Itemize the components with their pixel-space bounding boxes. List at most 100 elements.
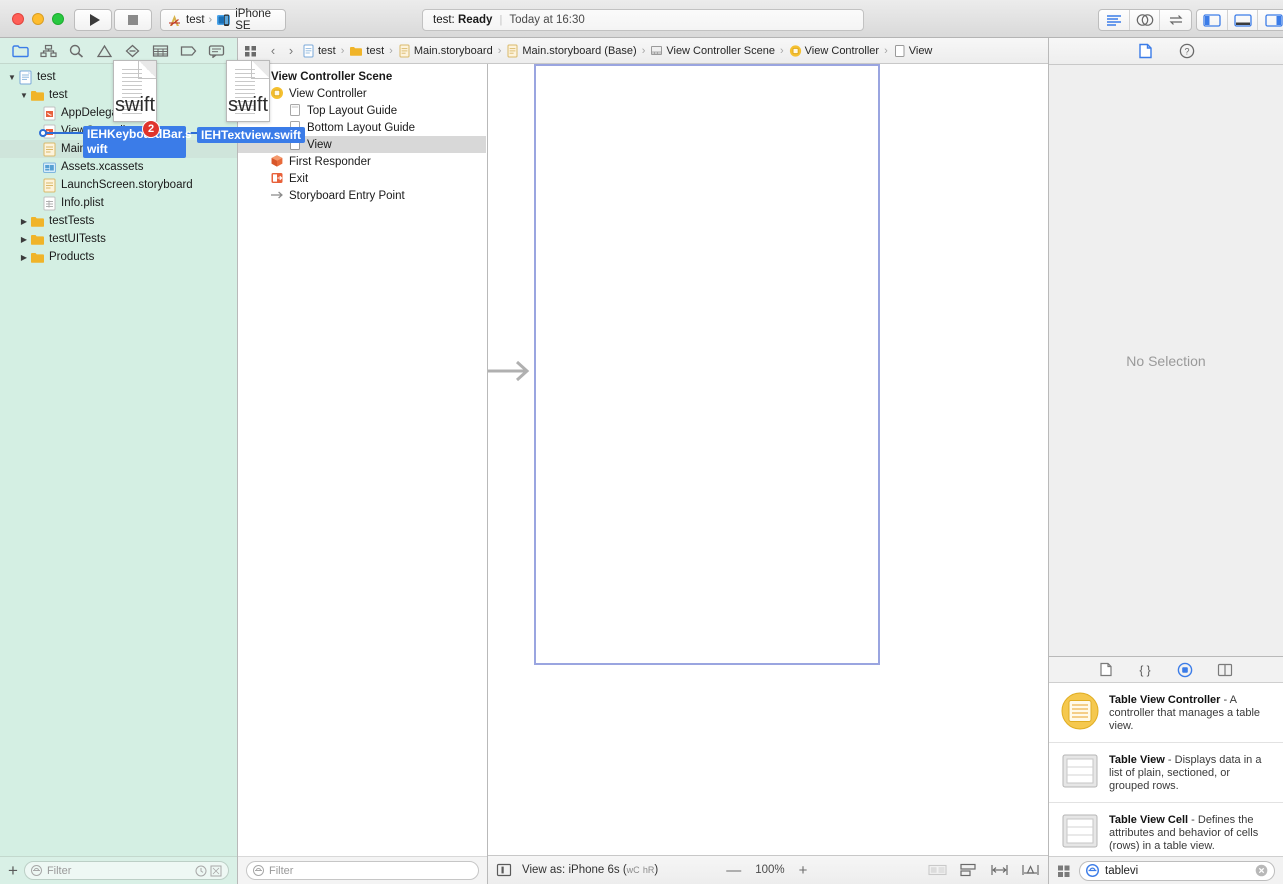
report-navigator-tab[interactable]	[206, 41, 228, 61]
view-controller-canvas-rect[interactable]	[534, 64, 880, 665]
breadcrumb-item-project[interactable]: test ›	[302, 44, 346, 58]
symbol-navigator-tab[interactable]	[65, 41, 87, 61]
navigator-filter-field[interactable]: Filter	[23, 861, 229, 880]
media-library-tab[interactable]	[1217, 663, 1233, 677]
breadcrumb-item-group[interactable]: test ›	[349, 44, 394, 58]
issue-navigator-tab[interactable]	[93, 41, 115, 61]
object-library-tab[interactable]	[1177, 662, 1193, 678]
breadcrumb-item-scene[interactable]: View Controller Scene ›	[650, 44, 785, 58]
project-navigator-tab[interactable]	[9, 41, 31, 61]
tree-row-assets[interactable]: ▶ Assets.xcassets	[0, 158, 237, 176]
test-navigator-tab[interactable]	[122, 41, 144, 61]
view-as-label[interactable]: View as: iPhone 6s (wC hR)	[522, 864, 658, 876]
standard-editor-button[interactable]	[1099, 10, 1130, 30]
outline-row-view[interactable]: View	[238, 136, 486, 153]
library-search-field[interactable]: tablevi	[1079, 860, 1275, 881]
grid-view-toggle-icon[interactable]	[1057, 864, 1071, 878]
zoom-out-button[interactable]: —	[726, 863, 741, 878]
align-button[interactable]	[990, 863, 1009, 877]
library-item[interactable]: Table View - Displays data in a list of …	[1049, 743, 1283, 803]
outline-label: Bottom Layout Guide	[307, 121, 416, 134]
debug-area-toggle-button[interactable]	[1228, 10, 1259, 30]
library-tab-bar[interactable]: { }	[1049, 657, 1283, 683]
navigator-toggle-button[interactable]	[1197, 10, 1228, 30]
zoom-button[interactable]	[52, 13, 64, 25]
inspector-tab-bar[interactable]: ?	[1049, 38, 1283, 65]
folder-icon	[30, 232, 45, 247]
breadcrumb-item-view-controller[interactable]: View Controller ›	[789, 44, 890, 58]
tree-row-infoplist[interactable]: ▶ Info.plist	[0, 194, 237, 212]
clear-search-icon[interactable]	[1255, 864, 1268, 877]
play-icon	[89, 14, 100, 26]
scheme-selector[interactable]: test › iPhone SE	[160, 8, 286, 32]
outline-row-view-controller[interactable]: View Controller	[238, 85, 487, 102]
code-snippet-library-tab[interactable]: { }	[1137, 662, 1153, 677]
object-library-list[interactable]: Table View Controller - A controller tha…	[1049, 683, 1283, 856]
embed-in-button[interactable]	[959, 863, 978, 877]
activity-view: test: Ready | Today at 16:30	[422, 9, 864, 31]
file-inspector-tab[interactable]	[1138, 43, 1153, 59]
file-template-library-tab[interactable]	[1099, 662, 1113, 677]
tree-row-group[interactable]: ▼ test	[0, 86, 237, 104]
debug-navigator-tab[interactable]	[150, 41, 172, 61]
library-item-text: Table View Cell - Defines the attributes…	[1109, 812, 1273, 853]
view-as-toggle-icon[interactable]	[496, 863, 512, 877]
autolayout-buttons[interactable]	[928, 863, 1040, 877]
source-control-filter-icon[interactable]	[210, 865, 222, 877]
recent-files-filter-icon[interactable]	[195, 865, 207, 877]
navigator-tab-bar[interactable]	[0, 38, 237, 64]
tree-row-launchscreen[interactable]: ▶ LaunchScreen.storyboard	[0, 176, 237, 194]
update-frames-button[interactable]	[928, 863, 947, 877]
document-outline-list[interactable]: View Controller Scene View Controller To…	[238, 38, 487, 856]
related-items-icon[interactable]	[244, 44, 258, 58]
run-button[interactable]	[74, 9, 112, 31]
tree-label: Products	[49, 251, 95, 263]
outline-filter-field[interactable]: Filter	[246, 861, 479, 880]
library-item-dash: -	[1223, 694, 1228, 706]
tree-row-testuitests[interactable]: ▶ testUITests	[0, 230, 237, 248]
breadcrumb-item-storyboard-base[interactable]: Main.storyboard (Base) ›	[506, 44, 647, 58]
disclosure-triangle-icon[interactable]: ▶	[18, 235, 30, 244]
scheme-separator: ›	[208, 14, 213, 26]
disclosure-triangle-icon[interactable]: ▶	[18, 217, 30, 226]
tree-row-products[interactable]: ▶ Products	[0, 248, 237, 266]
jump-bar-back-button[interactable]: ‹	[266, 43, 280, 58]
jump-bar-forward-button[interactable]: ›	[284, 43, 298, 58]
tree-row-testtests[interactable]: ▶ testTests	[0, 212, 237, 230]
tree-row-appdelegate[interactable]: ▶ AppDelegate.swift	[0, 104, 237, 122]
project-tree[interactable]: ▼ test ▼ test ▶	[0, 64, 237, 856]
zoom-controls[interactable]: — 100% +	[726, 863, 807, 878]
outline-row-bottom-layout-guide[interactable]: Bottom Layout Guide	[238, 119, 487, 136]
outline-row-scene[interactable]: View Controller Scene	[238, 68, 487, 85]
stop-button[interactable]	[114, 9, 152, 31]
close-button[interactable]	[12, 13, 24, 25]
disclosure-triangle-icon[interactable]: ▶	[18, 253, 30, 262]
utilities-toggle-button[interactable]	[1258, 10, 1283, 30]
library-item[interactable]: Table View Cell - Defines the attributes…	[1049, 803, 1283, 856]
panel-toggle-segmented[interactable]	[1196, 9, 1283, 31]
tree-row-viewcontroller[interactable]: ▶ ViewController.swift	[0, 122, 237, 140]
minimize-button[interactable]	[32, 13, 44, 25]
breadcrumb-item-storyboard[interactable]: Main.storyboard ›	[398, 44, 504, 58]
outline-row-top-layout-guide[interactable]: Top Layout Guide	[238, 102, 487, 119]
outline-row-exit[interactable]: Exit	[238, 170, 487, 187]
pin-button[interactable]	[1021, 863, 1040, 877]
version-editor-button[interactable]	[1160, 10, 1191, 30]
interface-builder-canvas[interactable]	[488, 64, 1048, 855]
editor-mode-segmented[interactable]	[1098, 9, 1192, 31]
source-control-navigator-tab[interactable]	[37, 41, 59, 61]
tree-row-main-storyboard[interactable]: ▶ Main.storyboard	[0, 140, 237, 158]
assistant-editor-button[interactable]	[1130, 10, 1161, 30]
table-view-icon	[1061, 752, 1099, 790]
disclosure-triangle-icon[interactable]: ▼	[18, 91, 30, 100]
quick-help-inspector-tab[interactable]: ?	[1179, 43, 1195, 59]
zoom-in-button[interactable]: +	[799, 863, 808, 878]
breadcrumb-item-view[interactable]: View	[893, 44, 932, 58]
outline-row-entry-point[interactable]: Storyboard Entry Point	[238, 187, 487, 204]
outline-row-first-responder[interactable]: First Responder	[238, 153, 487, 170]
breakpoint-navigator-tab[interactable]	[178, 41, 200, 61]
tree-row-project[interactable]: ▼ test	[0, 68, 237, 86]
disclosure-triangle-icon[interactable]: ▼	[6, 73, 18, 82]
add-file-button[interactable]: +	[8, 862, 18, 879]
library-item[interactable]: Table View Controller - A controller tha…	[1049, 683, 1283, 743]
